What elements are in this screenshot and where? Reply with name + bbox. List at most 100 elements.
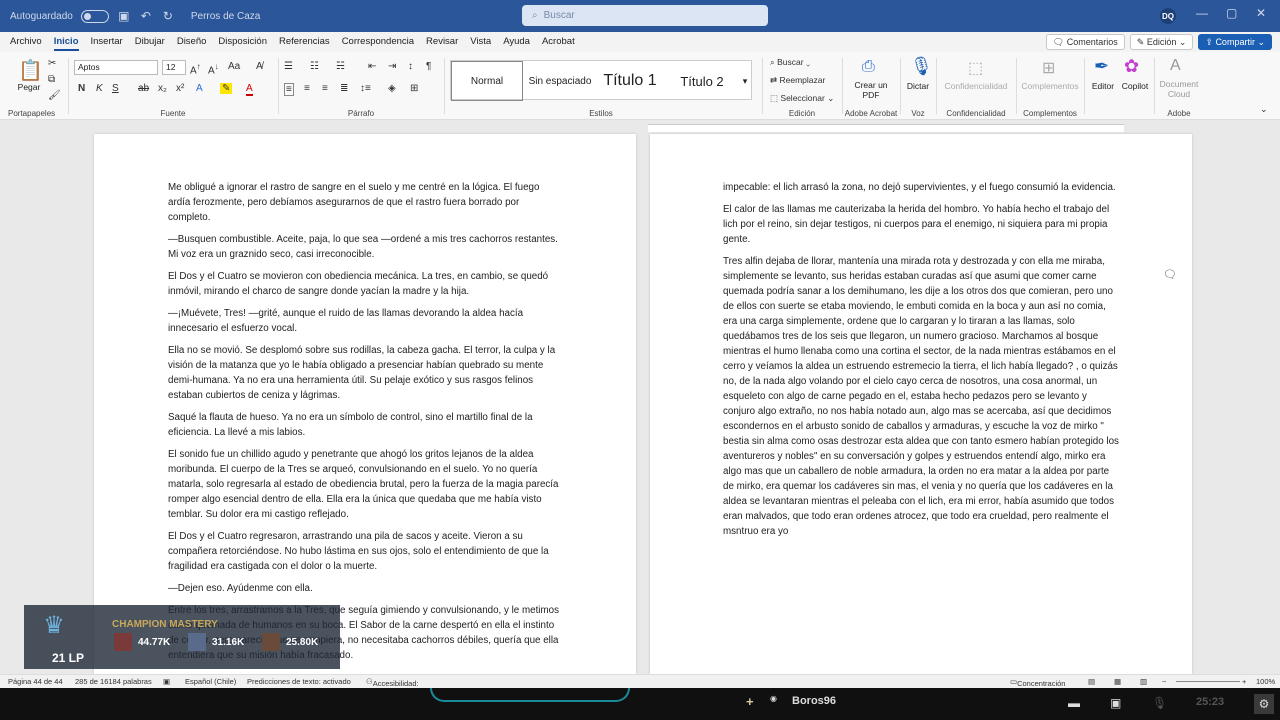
subscript-icon[interactable]: x₂ [158, 83, 167, 94]
copy-icon[interactable]: ⧉ [48, 74, 55, 85]
grow-font-icon[interactable]: A↑ [190, 61, 201, 76]
page-count[interactable]: Página 44 de 44 [8, 677, 63, 686]
complements-label[interactable]: Complementos [1018, 81, 1082, 91]
tab-inicio[interactable]: Inicio [48, 32, 85, 52]
read-mode-icon[interactable]: ▤ [1088, 677, 1095, 686]
minimize-icon[interactable]: — [1196, 6, 1208, 20]
comments-button[interactable]: 🗨 Comentarios [1045, 34, 1125, 50]
zoom-in-icon[interactable]: + [1242, 677, 1246, 686]
undo-icon[interactable]: ↶ [139, 9, 153, 23]
plus-icon[interactable]: + [746, 694, 754, 709]
increase-indent-icon[interactable]: ⇥ [388, 61, 396, 72]
superscript-icon[interactable]: x² [176, 83, 184, 94]
tab-referencias[interactable]: Referencias [273, 32, 336, 52]
paste-icon[interactable]: 📋 [18, 58, 43, 83]
document-cloud-icon[interactable]: A [1170, 57, 1181, 75]
proofing-icon[interactable]: ▣ [163, 677, 170, 686]
settings-icon[interactable]: ⚙ [1254, 694, 1274, 714]
underline-icon[interactable]: S [112, 83, 119, 94]
complements-icon[interactable]: ⊞ [1042, 58, 1055, 78]
editor-icon[interactable]: ✒ [1094, 56, 1109, 77]
format-painter-icon[interactable]: 🖌 [48, 90, 61, 101]
shrink-font-icon[interactable]: A↓ [208, 61, 219, 76]
select-button[interactable]: ⬚ Seleccionar ⌄ [770, 93, 834, 104]
copilot-label[interactable]: Copilot [1118, 81, 1152, 91]
replace-button[interactable]: ⇄ Reemplazar [770, 75, 825, 86]
multilevel-list-icon[interactable]: ☵ [336, 61, 345, 72]
tab-correspondencia[interactable]: Correspondencia [336, 32, 420, 52]
sort-icon[interactable]: ↕ [408, 61, 413, 72]
microphone-icon[interactable]: 🎙 [910, 56, 933, 77]
document-title[interactable]: Perros de Caza [191, 11, 260, 22]
tab-disposicion[interactable]: Disposición [212, 32, 273, 52]
bullets-icon[interactable]: ☰ [284, 61, 293, 72]
strikethrough-icon[interactable]: ab [138, 83, 149, 94]
tab-insertar[interactable]: Insertar [85, 32, 129, 52]
dictate-label[interactable]: Dictar [902, 81, 934, 91]
change-case-icon[interactable]: Aa [228, 61, 240, 72]
maximize-icon[interactable]: ▢ [1226, 6, 1237, 20]
confidentiality-icon[interactable]: ⬚ [968, 58, 983, 78]
italic-icon[interactable]: K [96, 83, 103, 94]
tab-acrobat[interactable]: Acrobat [536, 32, 581, 52]
zoom-out-icon[interactable]: − [1162, 677, 1166, 686]
create-pdf-label[interactable]: Crear un PDF [846, 80, 896, 100]
font-size-select[interactable]: 12 [162, 60, 186, 75]
shading-icon[interactable]: ◈ [388, 83, 396, 94]
web-layout-icon[interactable]: ▥ [1140, 677, 1147, 686]
left-page-text[interactable]: Me obligué a ignorar el rastro de sangre… [168, 180, 562, 670]
print-layout-icon[interactable]: ▦ [1114, 677, 1121, 686]
borders-icon[interactable]: ⊞ [410, 83, 418, 94]
bold-icon[interactable]: N [78, 83, 85, 94]
edit-mode-button[interactable]: ✎ Edición ⌄ [1129, 34, 1194, 50]
find-button[interactable]: ⌕ Buscar ⌄ [770, 57, 810, 68]
pilcrow-icon[interactable]: ¶ [426, 61, 431, 72]
editor-label[interactable]: Editor [1086, 81, 1120, 91]
align-center-icon[interactable]: ≡ [304, 83, 310, 94]
zoom-level[interactable]: 100% [1256, 677, 1275, 686]
align-left-icon[interactable]: ≡ [284, 83, 294, 96]
focus-mode[interactable]: ▭ Concentración [1010, 677, 1065, 688]
word-count[interactable]: 285 de 16184 palabras [75, 677, 152, 686]
focus-label: Concentración [1017, 679, 1066, 688]
numbering-icon[interactable]: ☷ [310, 61, 319, 72]
text-effects-icon[interactable]: A [196, 83, 203, 94]
tab-ayuda[interactable]: Ayuda [497, 32, 536, 52]
avatar[interactable]: DQ [1160, 8, 1176, 24]
confidentiality-label[interactable]: Confidencialidad [938, 81, 1014, 91]
line-spacing-icon[interactable]: ↕≡ [360, 83, 371, 94]
justify-icon[interactable]: ≣ [340, 83, 348, 94]
font-name-select[interactable]: Aptos [74, 60, 158, 75]
collapse-ribbon-icon[interactable]: ⌄ [1260, 104, 1268, 115]
document-cloud-label[interactable]: Document Cloud [1156, 79, 1202, 99]
tab-revisar[interactable]: Revisar [420, 32, 464, 52]
autosave-toggle[interactable] [80, 9, 109, 23]
text-predictions[interactable]: Predicciones de texto: activado [247, 677, 351, 686]
right-page-text[interactable]: impecable: el lich arrasó la zona, no de… [723, 180, 1119, 546]
save-icon[interactable]: ▣ [117, 9, 131, 23]
share-button[interactable]: ⇪ Compartir ⌄ [1198, 34, 1272, 50]
accessibility-status[interactable]: ⚇ Accesibilidad: todo correcto [366, 677, 419, 697]
close-icon[interactable]: ✕ [1256, 6, 1266, 20]
tab-diseno[interactable]: Diseño [171, 32, 213, 52]
font-color-icon[interactable]: A [246, 83, 253, 96]
decrease-indent-icon[interactable]: ⇤ [368, 61, 376, 72]
mic-icon[interactable]: 🎙 [1152, 696, 1167, 710]
chat-icon[interactable]: ▬ [1068, 696, 1080, 710]
tab-vista[interactable]: Vista [464, 32, 497, 52]
search-box[interactable]: ⌕ Buscar [522, 5, 768, 26]
copilot-icon[interactable]: ✿ [1124, 56, 1139, 77]
tab-archivo[interactable]: Archivo [4, 32, 48, 52]
language[interactable]: Español (Chile) [185, 677, 236, 686]
paste-label[interactable]: Pegar [14, 82, 44, 92]
align-right-icon[interactable]: ≡ [322, 83, 328, 94]
inbox-icon[interactable]: ▣ [1110, 696, 1121, 710]
cut-icon[interactable]: ✂ [48, 58, 56, 69]
zoom-slider[interactable] [1176, 681, 1240, 682]
comment-icon[interactable]: 🗨 [1163, 268, 1177, 281]
highlight-icon[interactable]: ✎ [220, 83, 233, 94]
redo-icon[interactable]: ↻ [161, 9, 175, 23]
tab-dibujar[interactable]: Dibujar [129, 32, 171, 52]
create-pdf-icon[interactable]: ⎙ [862, 58, 875, 76]
clear-format-icon[interactable]: A̸ [256, 61, 263, 72]
